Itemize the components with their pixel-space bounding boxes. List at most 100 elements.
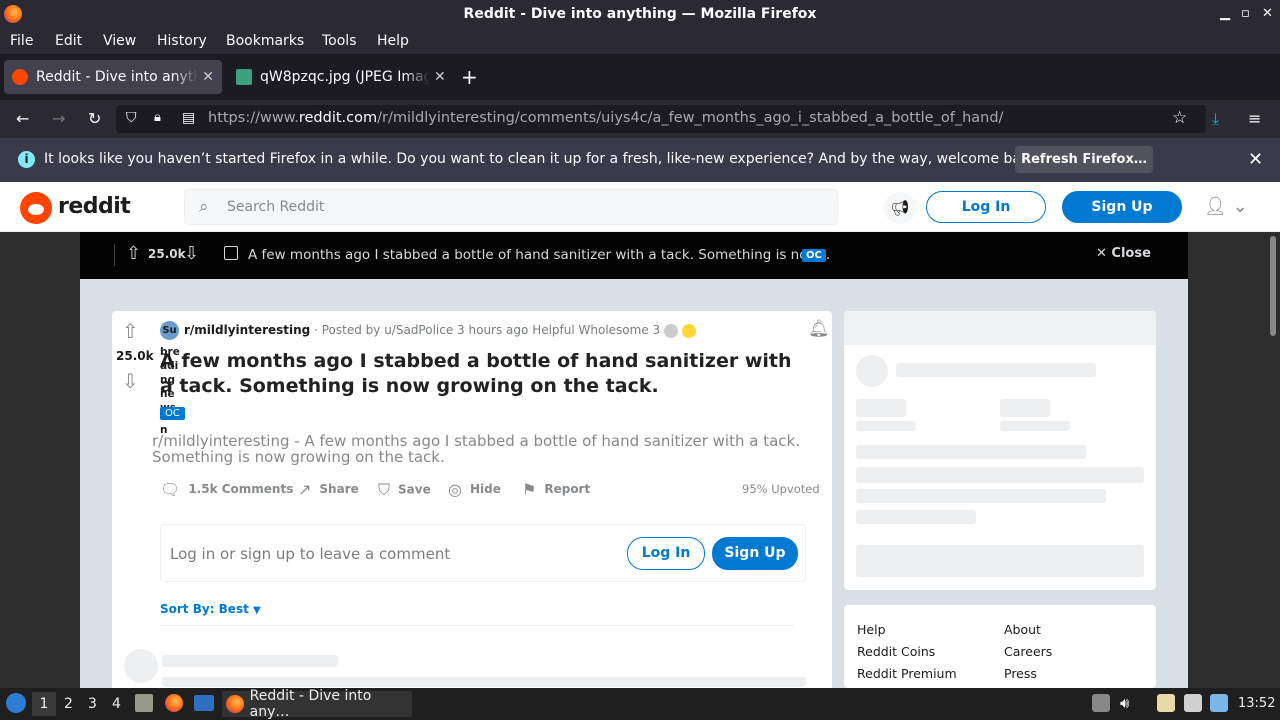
- refresh-firefox-button[interactable]: Refresh Firefox…: [1015, 146, 1153, 173]
- maximize-icon[interactable]: ▫: [1241, 6, 1250, 21]
- hamburger-menu-icon[interactable]: ≡: [1248, 109, 1261, 129]
- comment-login-box: Log in or sign up to leave a comment Log…: [160, 524, 806, 582]
- firefox-launcher-icon[interactable]: [165, 694, 183, 712]
- reddit-coins-link[interactable]: Reddit Coins: [857, 644, 935, 659]
- workspace-2[interactable]: 2: [64, 696, 73, 712]
- close-tab-icon[interactable]: ✕: [434, 69, 446, 85]
- page-scrollbar-thumb[interactable]: [1270, 236, 1276, 336]
- loading-line-placeholder: [856, 510, 976, 524]
- workspace-3[interactable]: 3: [88, 696, 97, 712]
- post-title: A few months ago I stabbed a bottle of h…: [160, 350, 792, 397]
- clipboard-icon[interactable]: [1157, 694, 1175, 712]
- share-button[interactable]: ↗ Share: [298, 480, 359, 499]
- taskbar-firefox-window[interactable]: Reddit - Dive into any…: [222, 688, 412, 720]
- comment-signup-button[interactable]: Sign Up: [712, 537, 798, 570]
- reddit-premium-link[interactable]: Reddit Premium: [857, 666, 957, 681]
- post-flair[interactable]: OC: [160, 407, 185, 420]
- menu-tools[interactable]: Tools: [322, 33, 357, 49]
- clock: 13:52: [1238, 696, 1276, 711]
- tab-label: qW8pzqc.jpg (JPEG Image, 3024 × 4032 pix…: [260, 69, 430, 85]
- menu-view[interactable]: View: [103, 33, 136, 49]
- press-link[interactable]: Press: [1004, 666, 1037, 681]
- menu-history[interactable]: History: [157, 33, 207, 49]
- reload-icon[interactable]: ↻: [88, 109, 101, 129]
- tab-label: Reddit - Dive into anything: [36, 69, 199, 85]
- downvote-icon[interactable]: ⇩: [122, 369, 139, 393]
- close-notification-icon[interactable]: ✕: [1248, 149, 1263, 170]
- loading-stat-placeholder: [1000, 399, 1050, 417]
- tab-image[interactable]: qW8pzqc.jpg (JPEG Image, 3024 × 4032 pix…: [228, 60, 454, 94]
- network-icon[interactable]: [1210, 694, 1228, 712]
- menu-help[interactable]: Help: [377, 33, 409, 49]
- divider: [160, 625, 794, 626]
- close-post-button[interactable]: ✕ Close: [1096, 246, 1151, 261]
- reddit-logo-icon[interactable]: [20, 192, 52, 224]
- post-card: ⇧ 25.0k ⇩ Su r/mildlyinteresting · Posted…: [112, 311, 832, 691]
- award-wholesome-icon: [681, 323, 696, 338]
- hide-icon: ◎: [448, 480, 462, 499]
- comment-login-button[interactable]: Log In: [627, 537, 705, 570]
- subreddit-avatar[interactable]: Su: [160, 321, 179, 340]
- forward-icon[interactable]: →: [52, 109, 65, 129]
- menu-file[interactable]: File: [10, 33, 33, 49]
- page-info-icon[interactable]: ▤: [182, 110, 195, 126]
- upvote-ratio: 95% Upvoted: [742, 482, 820, 496]
- url-path: /r/mildlyinteresting/comments/uiys4c/a_f…: [377, 110, 1004, 126]
- upvote-icon[interactable]: ⇧: [126, 243, 141, 264]
- separator: [114, 244, 115, 266]
- shield-icon[interactable]: ⛉: [126, 110, 137, 126]
- search-input[interactable]: ⌕ Search Reddit: [184, 189, 838, 225]
- careers-link[interactable]: Careers: [1004, 644, 1052, 659]
- menu-bookmarks[interactable]: Bookmarks: [226, 33, 304, 49]
- comments-button[interactable]: 🗨︎ 1.5k Comments: [160, 480, 293, 499]
- broken-flair-text: bre adi ng ne ws: [160, 346, 180, 414]
- loading-line-placeholder: [896, 363, 1096, 377]
- file-manager-icon[interactable]: [135, 694, 153, 712]
- upvote-icon[interactable]: ⇧: [122, 319, 139, 343]
- tray-arrow-icon[interactable]: [1092, 694, 1110, 712]
- about-link[interactable]: About: [1004, 622, 1041, 637]
- follow-bell-icon[interactable]: 🔔︎: [808, 319, 830, 339]
- download-icon[interactable]: ⤓: [1212, 109, 1219, 129]
- back-icon[interactable]: ←: [16, 109, 29, 129]
- posted-by[interactable]: · Posted by u/SadPolice 3 hours ago: [314, 323, 528, 337]
- header-login-button[interactable]: Log In: [926, 191, 1046, 223]
- loading-avatar-placeholder: [856, 355, 888, 387]
- workspace-1[interactable]: 1: [32, 692, 56, 716]
- header-signup-button[interactable]: Sign Up: [1062, 191, 1182, 223]
- user-menu-icon[interactable]: 👤︎ ⌄: [1204, 196, 1248, 217]
- close-tab-icon[interactable]: ✕: [202, 69, 214, 85]
- tab-reddit[interactable]: Reddit - Dive into anything ✕: [4, 60, 222, 94]
- loading-line-placeholder: [856, 489, 1106, 503]
- help-link[interactable]: Help: [857, 622, 886, 637]
- share-label: Share: [319, 482, 359, 496]
- hide-button[interactable]: ◎ Hide: [448, 480, 501, 499]
- downvote-icon[interactable]: ⇩: [184, 243, 199, 264]
- search-icon: ⌕: [199, 197, 209, 217]
- loading-line-placeholder: [162, 655, 338, 667]
- post-meta: Su r/mildlyinteresting · Posted by u/SadP…: [160, 321, 696, 340]
- tab-bar: Reddit - Dive into anything ✕ qW8pzqc.jp…: [0, 54, 1280, 100]
- subreddit-link[interactable]: r/mildlyinteresting: [184, 323, 310, 337]
- lock-icon[interactable]: 🔒︎: [154, 110, 161, 125]
- advertise-megaphone-icon[interactable]: 📢︎: [884, 192, 916, 224]
- url-bar[interactable]: ⛉ 🔒︎ ▤ https://www.reddit.com/r/mildlyin…: [116, 105, 1206, 133]
- sort-dropdown[interactable]: Sort By: Best ▼: [160, 602, 261, 616]
- minimize-icon[interactable]: ▁: [1220, 6, 1230, 21]
- workspace-4[interactable]: 4: [112, 696, 121, 712]
- save-button[interactable]: ⛉ Save: [378, 480, 431, 500]
- url-text[interactable]: https://www.reddit.com/r/mildlyinteresti…: [208, 110, 1003, 126]
- start-menu-icon[interactable]: [6, 693, 26, 713]
- volume-icon[interactable]: 🔊︎: [1120, 694, 1129, 712]
- close-window-icon[interactable]: ✕: [1262, 6, 1273, 21]
- display-icon[interactable]: [1184, 694, 1202, 712]
- menu-edit[interactable]: Edit: [55, 33, 82, 49]
- new-tab-icon[interactable]: +: [461, 65, 478, 89]
- caret-down-icon: ▼: [253, 605, 261, 616]
- report-button[interactable]: ⚑ Report: [522, 480, 590, 499]
- awards[interactable]: Helpful Wholesome 3: [532, 323, 660, 337]
- bookmark-star-icon[interactable]: ☆: [1172, 108, 1187, 128]
- reddit-wordmark[interactable]: reddit: [58, 194, 131, 219]
- terminal-icon[interactable]: [194, 695, 214, 711]
- image-favicon-icon: [236, 69, 252, 85]
